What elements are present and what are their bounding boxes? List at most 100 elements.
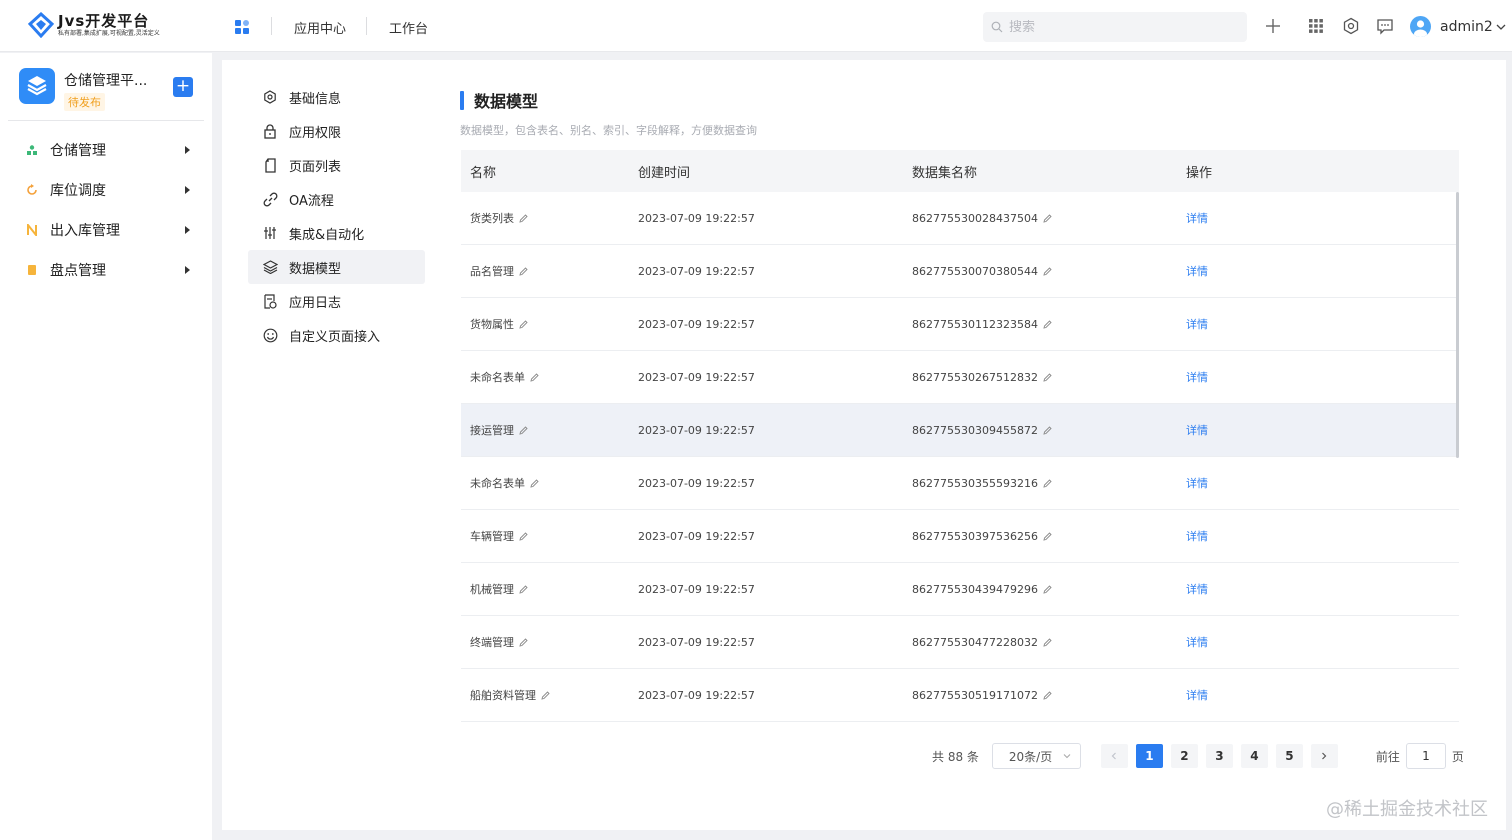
page-button-4[interactable]: 4 (1240, 744, 1268, 768)
apps-grid-icon[interactable] (234, 19, 250, 35)
edit-icon[interactable] (1043, 319, 1052, 329)
edit-icon[interactable] (1043, 372, 1052, 382)
edit-icon[interactable] (519, 637, 528, 647)
edit-icon[interactable] (1043, 584, 1052, 594)
table-row[interactable]: 货类列表 2023-07-09 19:22:57 86277553002843750… (461, 192, 1459, 245)
grid-icon[interactable] (1307, 17, 1325, 35)
edit-icon[interactable] (541, 690, 550, 700)
cell-action: 详情 (1186, 210, 1459, 226)
table-row[interactable]: 未命名表单 2023-07-09 19:22:57 8627755302675128… (461, 351, 1459, 404)
row-dataset: 862775530070380544 (912, 264, 1038, 278)
edit-icon[interactable] (1043, 478, 1052, 488)
smile-icon (262, 327, 278, 343)
cell-name: 终端管理 (461, 634, 638, 650)
cell-name: 船舶资料管理 (461, 687, 638, 703)
column-header-dataset: 数据集名称 (912, 165, 978, 181)
edit-icon[interactable] (519, 266, 528, 276)
subnav-item-integration[interactable]: 集成&自动化 (248, 216, 425, 250)
details-link[interactable]: 详情 (1186, 687, 1208, 703)
row-name: 品名管理 (470, 265, 514, 278)
subnav-item-custom-page[interactable]: 自定义页面接入 (248, 318, 425, 352)
sidebar-item-inventory[interactable]: 盘点管理 (26, 258, 196, 282)
message-icon[interactable] (1376, 17, 1394, 35)
edit-icon[interactable] (519, 425, 528, 435)
subnav-item-oa-flow[interactable]: OA流程 (248, 182, 425, 216)
platform-logo[interactable]: Jvs开发平台 私有部署,集成扩展,可视配置,灵活定义 (28, 12, 160, 38)
subnav-item-app-log[interactable]: 应用日志 (248, 284, 425, 318)
sidebar-item-warehouse[interactable]: 仓储管理 (26, 138, 196, 162)
table-row[interactable]: 接运管理 2023-07-09 19:22:57 86277553030945587… (461, 404, 1459, 457)
subnav-item-basic-info[interactable]: 基础信息 (248, 80, 425, 114)
lock-icon (262, 123, 278, 139)
nav-app-center[interactable]: 应用中心 (294, 18, 346, 37)
details-link[interactable]: 详情 (1186, 369, 1208, 385)
details-link[interactable]: 详情 (1186, 263, 1208, 279)
sliders-icon (262, 225, 278, 241)
page-button-3[interactable]: 3 (1205, 744, 1233, 768)
nav-workbench[interactable]: 工作台 (389, 18, 428, 37)
next-page-button[interactable] (1310, 744, 1338, 768)
edit-icon[interactable] (519, 584, 528, 594)
table-scrollbar[interactable] (1456, 192, 1459, 458)
edit-icon[interactable] (1043, 690, 1052, 700)
row-dataset: 862775530355593216 (912, 476, 1038, 490)
add-button[interactable]: + (173, 77, 193, 97)
edit-icon[interactable] (519, 319, 528, 329)
goto-page-input[interactable] (1405, 743, 1446, 769)
table-row[interactable]: 货物属性 2023-07-09 19:22:57 86277553011232358… (461, 298, 1459, 351)
subnav-item-permissions[interactable]: 应用权限 (248, 114, 425, 148)
details-link[interactable]: 详情 (1186, 475, 1208, 491)
page-button-2[interactable]: 2 (1170, 744, 1198, 768)
details-link[interactable]: 详情 (1186, 581, 1208, 597)
row-name: 未命名表单 (470, 477, 525, 490)
sidebar-item-inout[interactable]: 出入库管理 (26, 218, 196, 242)
page-button-5[interactable]: 5 (1275, 744, 1303, 768)
edit-icon[interactable] (1043, 266, 1052, 276)
total-count: 共 88 条 (932, 749, 979, 764)
nav-divider (271, 17, 272, 35)
main-panel: 基础信息 应用权限 页面列表 OA流程 集成&自动化 数据模型 应用日志 自定义… (222, 60, 1506, 830)
plus-icon[interactable] (1264, 17, 1282, 35)
edit-icon[interactable] (1043, 637, 1052, 647)
table-row[interactable]: 车辆管理 2023-07-09 19:22:57 86277553039753625… (461, 510, 1459, 563)
details-link[interactable]: 详情 (1186, 316, 1208, 332)
details-link[interactable]: 详情 (1186, 634, 1208, 650)
details-link[interactable]: 详情 (1186, 210, 1208, 226)
search-box[interactable] (983, 12, 1247, 42)
credit-watermark: @稀土掘金技术社区 (1326, 799, 1488, 820)
cell-dataset: 862775530439479296 (912, 583, 1186, 596)
cell-name: 接运管理 (461, 422, 638, 438)
row-name: 未命名表单 (470, 371, 525, 384)
row-name: 机械管理 (470, 583, 514, 596)
edit-icon[interactable] (1043, 213, 1052, 223)
user-menu[interactable]: admin2 (1410, 16, 1507, 37)
page-button-1[interactable]: 1 (1135, 744, 1163, 768)
table-row[interactable]: 品名管理 2023-07-09 19:22:57 86277553007038054… (461, 245, 1459, 298)
prev-page-button[interactable] (1100, 744, 1128, 768)
edit-icon[interactable] (519, 531, 528, 541)
user-avatar-icon (1410, 16, 1431, 37)
search-input[interactable] (1009, 19, 1229, 35)
cell-action: 详情 (1186, 263, 1459, 279)
details-link[interactable]: 详情 (1186, 422, 1208, 438)
details-link[interactable]: 详情 (1186, 528, 1208, 544)
table-row[interactable]: 未命名表单 2023-07-09 19:22:57 8627755303555932… (461, 457, 1459, 510)
subnav-item-data-model[interactable]: 数据模型 (248, 250, 425, 284)
subnav-item-pages[interactable]: 页面列表 (248, 148, 425, 182)
edit-icon[interactable] (1043, 425, 1052, 435)
edit-icon[interactable] (530, 478, 539, 488)
row-created-time: 2023-07-09 19:22:57 (638, 635, 755, 649)
table-row[interactable]: 船舶资料管理 2023-07-09 19:22:57 862775530519171… (461, 669, 1459, 722)
edit-icon[interactable] (1043, 531, 1052, 541)
sidebar-item-location-dispatch[interactable]: 库位调度 (26, 178, 196, 202)
edit-icon[interactable] (530, 372, 539, 382)
cell-created-time: 2023-07-09 19:22:57 (638, 424, 912, 437)
table-row[interactable]: 终端管理 2023-07-09 19:22:57 86277553047722803… (461, 616, 1459, 669)
gear-icon (262, 89, 278, 105)
cell-action: 详情 (1186, 687, 1459, 703)
edit-icon[interactable] (519, 213, 528, 223)
app-logo-icon (19, 68, 55, 104)
table-row[interactable]: 机械管理 2023-07-09 19:22:57 86277553043947929… (461, 563, 1459, 616)
gear-icon[interactable] (1342, 17, 1360, 35)
page-size-select[interactable]: 20条/页 (991, 743, 1081, 769)
